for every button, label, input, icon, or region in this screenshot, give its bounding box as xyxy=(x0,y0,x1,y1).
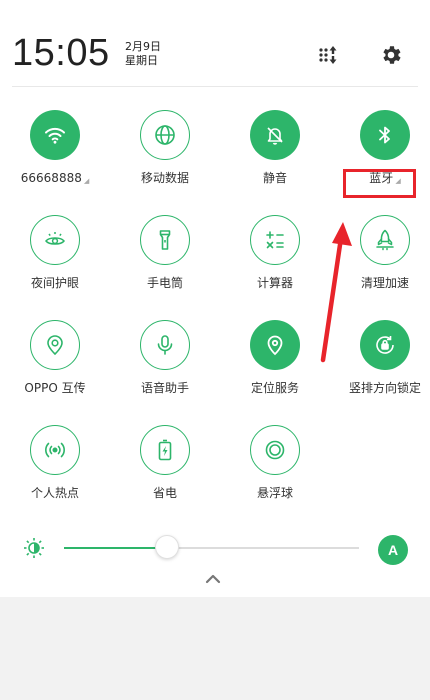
tile-label-text: 计算器 xyxy=(256,276,293,290)
tile-label: 语音助手 xyxy=(115,381,215,395)
header-divider xyxy=(12,86,418,87)
tile-hotspot[interactable]: 个人热点 xyxy=(5,425,105,500)
date-text: 2月9日 xyxy=(125,40,161,53)
collapse-chevron-icon[interactable] xyxy=(204,572,222,586)
hotspot-icon[interactable] xyxy=(30,425,80,475)
floating-ball-icon[interactable] xyxy=(250,425,300,475)
globe-icon[interactable] xyxy=(140,110,190,160)
brightness-slider-track[interactable] xyxy=(64,547,359,549)
tile-label: 定位服务 xyxy=(225,381,325,395)
tile-label-text: 手电筒 xyxy=(146,276,183,290)
tile-label-text: 定位服务 xyxy=(250,381,299,395)
brightness-icon xyxy=(22,536,46,560)
calculator-icon[interactable] xyxy=(250,215,300,265)
tile-label: 计算器 xyxy=(225,276,325,290)
expand-corner-icon[interactable]: ◢ xyxy=(84,177,89,185)
tile-label-text: 66668888 xyxy=(20,171,82,185)
battery-icon[interactable] xyxy=(140,425,190,475)
wifi-icon[interactable] xyxy=(30,110,80,160)
share-icon[interactable] xyxy=(30,320,80,370)
tile-label-text: 省电 xyxy=(152,486,177,500)
eye-icon[interactable] xyxy=(30,215,80,265)
tile-label-text: 悬浮球 xyxy=(256,486,293,500)
tile-label: 个人热点 xyxy=(5,486,105,500)
edit-tiles-icon[interactable] xyxy=(316,43,340,67)
tile-label: 66668888 ◢ xyxy=(5,171,105,188)
tile-label-text: 清理加速 xyxy=(360,276,409,290)
tile-calculator[interactable]: 计算器 xyxy=(225,215,325,290)
tile-label: 悬浮球 xyxy=(225,486,325,500)
brightness-slider-fill xyxy=(64,547,168,549)
tile-label-text: 竖排方向锁定 xyxy=(348,381,421,395)
tile-label: OPPO 互传 xyxy=(5,381,105,395)
tile-location[interactable]: 定位服务 xyxy=(225,320,325,395)
tile-label-text: 移动数据 xyxy=(140,171,189,185)
tile-label-text: 夜间护眼 xyxy=(30,276,79,290)
tile-label: 手电筒 xyxy=(115,276,215,290)
clock-date: 2月9日 星期日 xyxy=(125,40,161,68)
tile-label-text: 语音助手 xyxy=(140,381,189,395)
clock-time: 15:05 xyxy=(12,32,110,74)
tile-flashlight[interactable]: 手电筒 xyxy=(115,215,215,290)
flashlight-icon[interactable] xyxy=(140,215,190,265)
tile-bell-mute[interactable]: 静音 xyxy=(225,110,325,185)
microphone-icon[interactable] xyxy=(140,320,190,370)
gear-icon[interactable] xyxy=(379,43,403,67)
bluetooth-highlight-box xyxy=(343,169,416,198)
auto-brightness-button[interactable]: A xyxy=(378,535,408,565)
tile-label: 竖排方向锁定 xyxy=(335,381,430,395)
rocket-icon[interactable] xyxy=(360,215,410,265)
tile-wifi[interactable]: 66668888 ◢ xyxy=(5,110,105,188)
tile-label: 移动数据 xyxy=(115,171,215,185)
red-arrow-annotation xyxy=(320,222,352,363)
tile-label-text: OPPO 互传 xyxy=(24,381,86,395)
tile-globe[interactable]: 移动数据 xyxy=(115,110,215,185)
tile-label: 静音 xyxy=(225,171,325,185)
bell-mute-icon[interactable] xyxy=(250,110,300,160)
tile-eye[interactable]: 夜间护眼 xyxy=(5,215,105,290)
rotation-lock-icon[interactable] xyxy=(360,320,410,370)
tile-label: 省电 xyxy=(115,486,215,500)
location-icon[interactable] xyxy=(250,320,300,370)
bluetooth-icon[interactable] xyxy=(360,110,410,160)
weekday-text: 星期日 xyxy=(125,54,158,67)
brightness-slider-thumb[interactable] xyxy=(155,535,180,559)
tile-share[interactable]: OPPO 互传 xyxy=(5,320,105,395)
tile-floating-ball[interactable]: 悬浮球 xyxy=(225,425,325,500)
tile-label: 夜间护眼 xyxy=(5,276,105,290)
tile-microphone[interactable]: 语音助手 xyxy=(115,320,215,395)
tile-label-text: 静音 xyxy=(262,171,287,185)
quick-settings-panel: 15:05 2月9日 星期日 66668888 ◢ 移动数据 静音 蓝牙 ◢ 夜间护眼 手电筒… xyxy=(0,0,430,597)
tile-label-text: 个人热点 xyxy=(30,486,79,500)
tile-battery[interactable]: 省电 xyxy=(115,425,215,500)
